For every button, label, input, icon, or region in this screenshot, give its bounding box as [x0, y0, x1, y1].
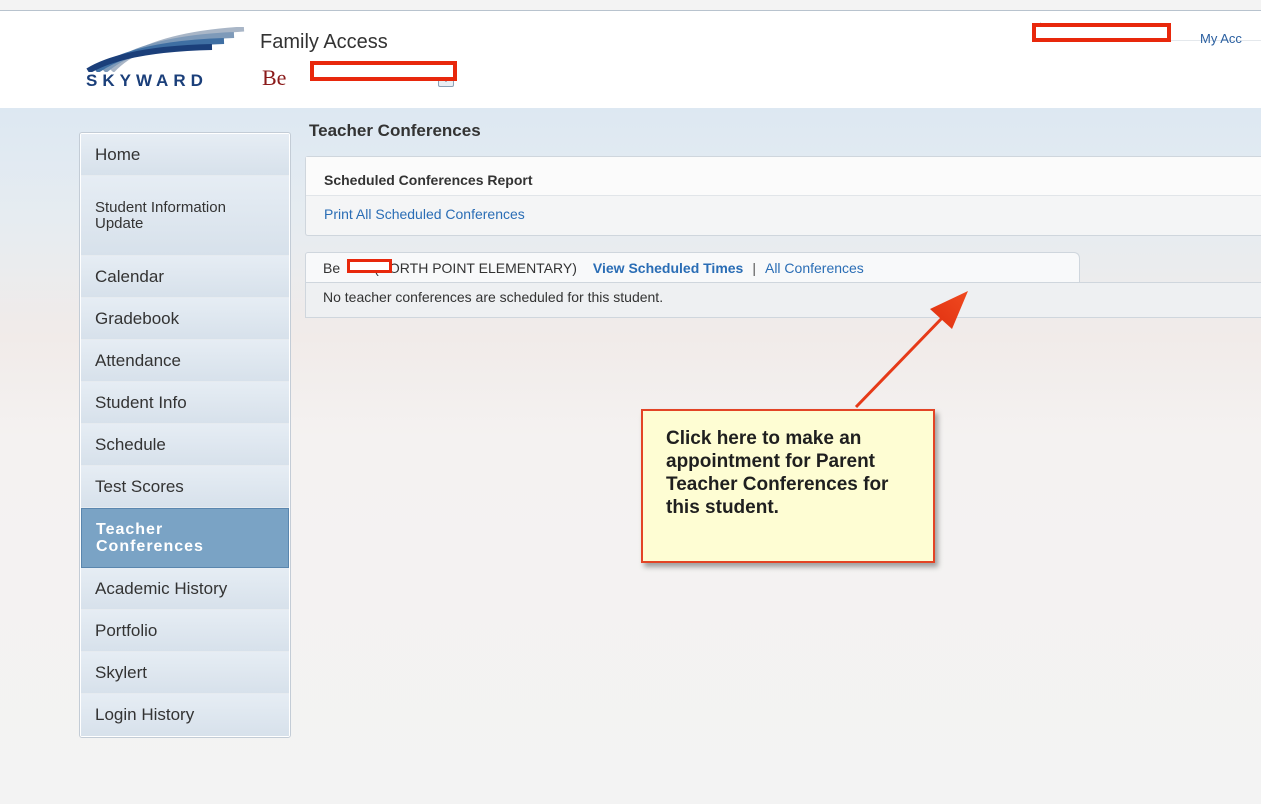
annotation-arrow-icon	[854, 291, 968, 409]
annotation-callout: Click here to make an appointment for Pa…	[641, 409, 935, 563]
callout-text: Click here to make an appointment for Pa…	[666, 428, 889, 518]
